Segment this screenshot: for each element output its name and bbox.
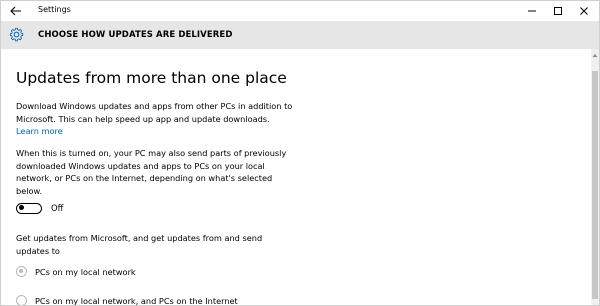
delivery-optimization-toggle[interactable]: [16, 202, 42, 214]
intro-text: Download Windows updates and apps from o…: [16, 101, 293, 124]
app-title: Settings: [38, 5, 71, 14]
toggle-knob: [19, 205, 24, 210]
close-button[interactable]: [571, 1, 597, 21]
maximize-icon: [554, 7, 562, 15]
radio-button[interactable]: [16, 295, 27, 305]
delivery-toggle-row: Off: [16, 201, 63, 215]
toggle-state-label: Off: [51, 203, 64, 213]
close-icon: [580, 7, 588, 15]
minimize-icon: [528, 10, 536, 12]
section-title: Updates from more than one place: [16, 69, 287, 87]
share-description: When this is turned on, your PC may also…: [16, 148, 287, 196]
back-button[interactable]: [5, 2, 27, 20]
gear-icon: [9, 27, 24, 42]
radio-selected-dot: [19, 269, 23, 273]
radio-button[interactable]: [16, 266, 27, 277]
radio-option-local-network[interactable]: PCs on my local network: [16, 266, 136, 277]
minimize-button[interactable]: [519, 1, 545, 21]
settings-window: Settings CHOOSE HOW UPDATES ARE DELIVERE…: [0, 0, 600, 306]
learn-more-link[interactable]: Learn more: [16, 126, 63, 136]
maximize-button[interactable]: [545, 1, 571, 21]
scroll-thumb[interactable]: [592, 71, 598, 299]
page-header: CHOOSE HOW UPDATES ARE DELIVERED: [1, 21, 599, 49]
page-title: CHOOSE HOW UPDATES ARE DELIVERED: [38, 30, 233, 40]
radio-label: PCs on my local network: [35, 266, 136, 277]
source-prompt: Get updates from Microsoft, and get upda…: [16, 233, 263, 256]
title-bar: Settings: [1, 1, 599, 21]
back-arrow-icon: [10, 6, 21, 16]
radio-label: PCs on my local network, and PCs on the …: [35, 295, 238, 306]
scrollbar[interactable]: [591, 49, 599, 305]
intro-text-block: Download Windows updates and apps from o…: [16, 100, 296, 138]
radio-option-local-and-internet[interactable]: PCs on my local network, and PCs on the …: [16, 295, 238, 306]
chevron-up-icon: [592, 53, 598, 57]
scroll-up-arrow[interactable]: [591, 51, 599, 59]
